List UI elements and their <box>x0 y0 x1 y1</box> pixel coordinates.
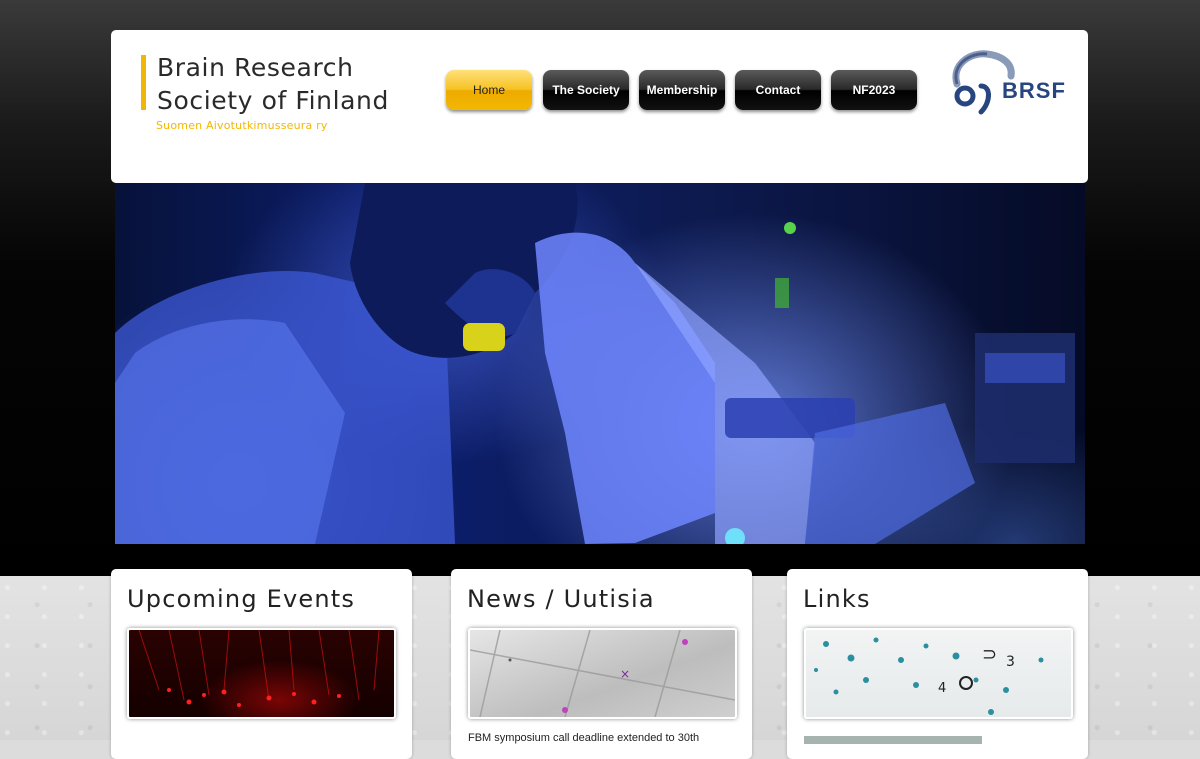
news-title: News / Uutisia <box>467 585 655 613</box>
site-title-line-1[interactable]: Brain Research <box>157 51 457 84</box>
svg-text:×: × <box>620 667 630 681</box>
site-header: Brain Research Society of Finland Suomen… <box>111 30 1088 183</box>
news-card: News / Uutisia × FBM symposium call dead… <box>451 569 752 759</box>
news-thumbnail-image[interactable]: × <box>468 628 737 719</box>
links-card: Links ⊃ 3 4 <box>787 569 1088 759</box>
red-neurons-illustration <box>138 630 380 707</box>
links-thumbnail-image[interactable]: ⊃ 3 4 <box>804 628 1073 719</box>
events-thumbnail-image[interactable] <box>127 628 396 719</box>
microscope-slides-illustration: × <box>470 630 735 717</box>
nav-nf2023-button[interactable]: NF2023 <box>831 70 917 110</box>
nav-the-society-button[interactable]: The Society <box>543 70 629 110</box>
link-item-bar[interactable] <box>804 736 982 744</box>
site-subtitle: Suomen Aivotutkimusseura ry <box>156 119 328 132</box>
brsf-logo[interactable]: BRSF <box>947 46 1077 116</box>
nav-contact-button[interactable]: Contact <box>735 70 821 110</box>
svg-text:⊃: ⊃ <box>982 644 997 665</box>
site-title[interactable]: Brain Research Society of Finland <box>157 51 457 117</box>
stained-cells-illustration: ⊃ 3 4 <box>814 637 1044 715</box>
hero-image <box>115 183 1085 544</box>
site-title-line-2[interactable]: Society of Finland <box>157 84 457 117</box>
upcoming-events-card: Upcoming Events <box>111 569 412 759</box>
brand-accent-bar <box>141 55 146 110</box>
hero-scientist-illustration <box>115 183 1075 544</box>
svg-text:3: 3 <box>1006 654 1015 670</box>
nav-home-button[interactable]: Home <box>446 70 532 110</box>
news-item-link[interactable]: FBM symposium call deadline extended to … <box>468 732 699 744</box>
upcoming-events-title: Upcoming Events <box>127 585 356 613</box>
brsf-logo-text: BRSF <box>1002 78 1066 103</box>
svg-text:4: 4 <box>938 681 946 696</box>
links-title: Links <box>803 585 871 613</box>
nav-membership-button[interactable]: Membership <box>639 70 725 110</box>
